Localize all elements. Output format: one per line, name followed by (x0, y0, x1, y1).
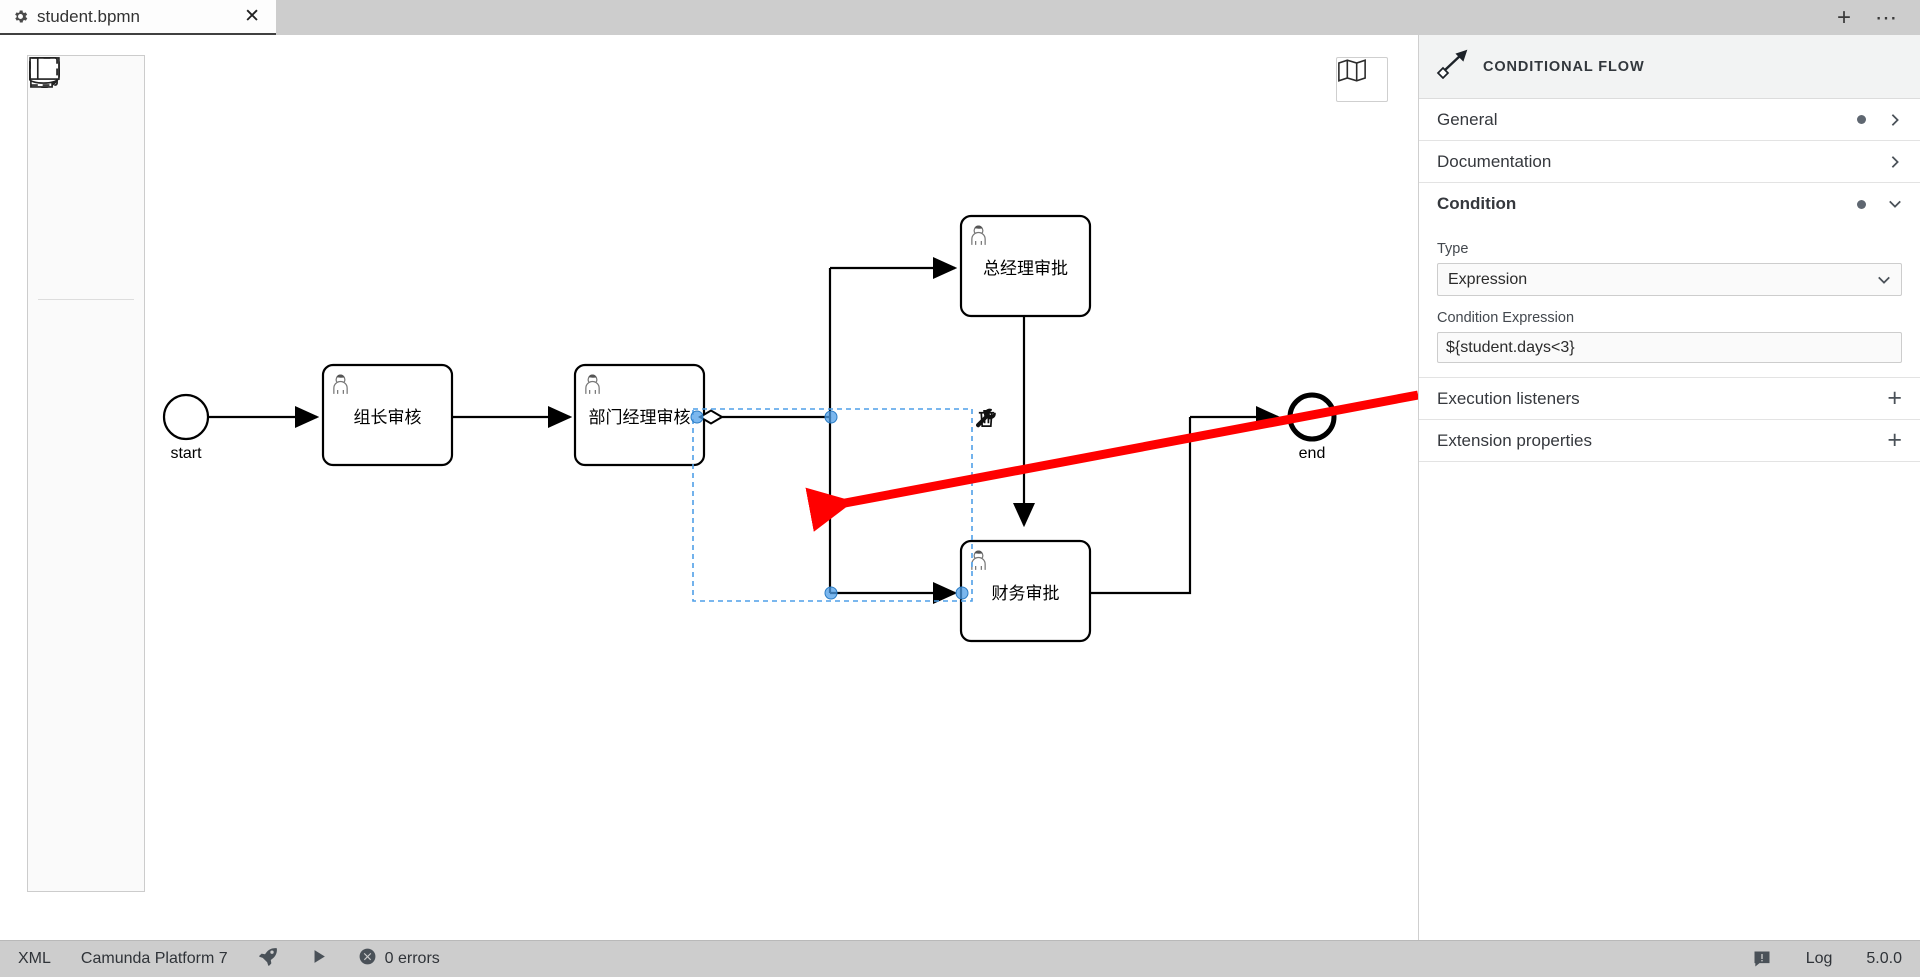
section-execution-listeners[interactable]: Execution listeners + (1419, 378, 1920, 420)
condition-type-value: Expression (1448, 270, 1528, 288)
create-intermediate-event-button[interactable] (28, 57, 87, 421)
task-general-manager-label: 总经理审批 (983, 259, 1068, 278)
global-connect-tool-button[interactable] (28, 57, 87, 294)
condition-expression-label: Condition Expression (1437, 310, 1575, 326)
chevron-down-icon (1888, 197, 1902, 211)
section-general[interactable]: General (1419, 99, 1920, 141)
task-dept-manager-label: 部门经理审核 (588, 408, 691, 427)
create-task-button[interactable] (28, 57, 87, 595)
properties-title: Conditional flow (1483, 58, 1645, 75)
chevron-right-icon (1888, 113, 1902, 127)
status-bar: XML Camunda Platform 7 0 errors Log 5.0.… (0, 940, 1920, 977)
palette-divider (38, 299, 134, 300)
run-button[interactable] (309, 947, 328, 971)
create-subprocess-button[interactable] (28, 57, 87, 653)
palette-elements-group (28, 56, 144, 885)
selection-outline (692, 408, 973, 602)
create-end-event-button[interactable] (28, 56, 87, 479)
tab-student-bpmn[interactable]: student.bpmn ✕ (0, 0, 276, 35)
end-event-label: end (1298, 445, 1326, 462)
add-extension-property-button[interactable]: + (1887, 428, 1902, 453)
engine-profile-button[interactable]: Camunda Platform 7 (81, 950, 228, 968)
create-gateway-button[interactable] (28, 57, 87, 537)
create-group-button[interactable] (28, 57, 87, 885)
section-extension-properties-label: Extension properties (1437, 430, 1592, 450)
create-data-object-button[interactable] (28, 57, 87, 711)
start-event[interactable] (162, 393, 210, 441)
deploy-button[interactable] (258, 946, 279, 972)
xml-view-button[interactable]: XML (18, 950, 51, 968)
section-general-label: General (1437, 109, 1498, 129)
play-icon (309, 947, 328, 971)
error-icon (358, 947, 377, 971)
section-execution-listeners-label: Execution listeners (1437, 388, 1580, 408)
add-execution-listener-button[interactable]: + (1887, 386, 1902, 411)
tab-bar-actions: + ⋯ (1837, 0, 1920, 35)
lasso-tool-button[interactable] (28, 59, 87, 178)
toggle-minimap-button[interactable] (1336, 57, 1388, 102)
rocket-icon (258, 946, 279, 972)
condition-type-label: Type (1437, 241, 1469, 257)
condition-expression-value: ${student.days<3} (1446, 338, 1575, 356)
tab-title: student.bpmn (37, 6, 141, 26)
errors-label: 0 errors (384, 950, 440, 967)
section-extension-properties[interactable]: Extension properties + (1419, 420, 1920, 462)
bpmn-diagram (162, 214, 1418, 643)
create-start-event-button[interactable] (28, 57, 87, 363)
section-condition-label: Condition (1437, 194, 1517, 213)
more-options-button[interactable]: ⋯ (1875, 6, 1898, 29)
properties-panel: Conditional flow General Documentation C… (1418, 35, 1920, 940)
element-palette (27, 55, 145, 892)
chevron-right-icon (1888, 155, 1902, 169)
log-button[interactable]: Log (1806, 950, 1833, 968)
version-label: 5.0.0 (1866, 950, 1902, 967)
chevron-down-icon (1877, 273, 1891, 287)
task-group-leader-label: 组长审核 (353, 408, 422, 427)
space-tool-button[interactable] (28, 61, 87, 236)
section-documentation[interactable]: Documentation (1419, 141, 1920, 183)
condition-type-select[interactable]: Expression (1437, 263, 1902, 296)
status-bar-right: Log 5.0.0 (1752, 949, 1902, 969)
notification-icon[interactable] (1752, 949, 1772, 969)
section-condition[interactable]: Condition (1419, 183, 1920, 225)
condition-section-body: Type Expression Condition Expression ${s… (1419, 225, 1920, 378)
condition-expression-input[interactable]: ${student.days<3} (1437, 332, 1902, 363)
new-tab-button[interactable]: + (1837, 5, 1851, 30)
section-condition-dot (1857, 199, 1866, 209)
task-finance-label: 财务审批 (991, 584, 1060, 603)
conditional-flow-icon (1435, 49, 1469, 84)
tab-bar: student.bpmn ✕ + ⋯ (0, 0, 1920, 35)
section-documentation-label: Documentation (1437, 151, 1552, 171)
start-event-label: start (170, 445, 202, 462)
properties-header: Conditional flow (1419, 35, 1920, 99)
section-general-dot (1857, 115, 1866, 124)
create-data-store-button[interactable] (28, 57, 87, 769)
errors-button[interactable]: 0 errors (358, 947, 440, 971)
bpmn-canvas[interactable]: 组长审核 部门经理审核 总经理审批 财务审批 start end (0, 35, 1418, 940)
palette-tools-group (28, 57, 144, 294)
gear-icon (12, 8, 29, 25)
close-icon[interactable]: ✕ (240, 7, 264, 26)
create-participant-button[interactable] (28, 57, 87, 827)
